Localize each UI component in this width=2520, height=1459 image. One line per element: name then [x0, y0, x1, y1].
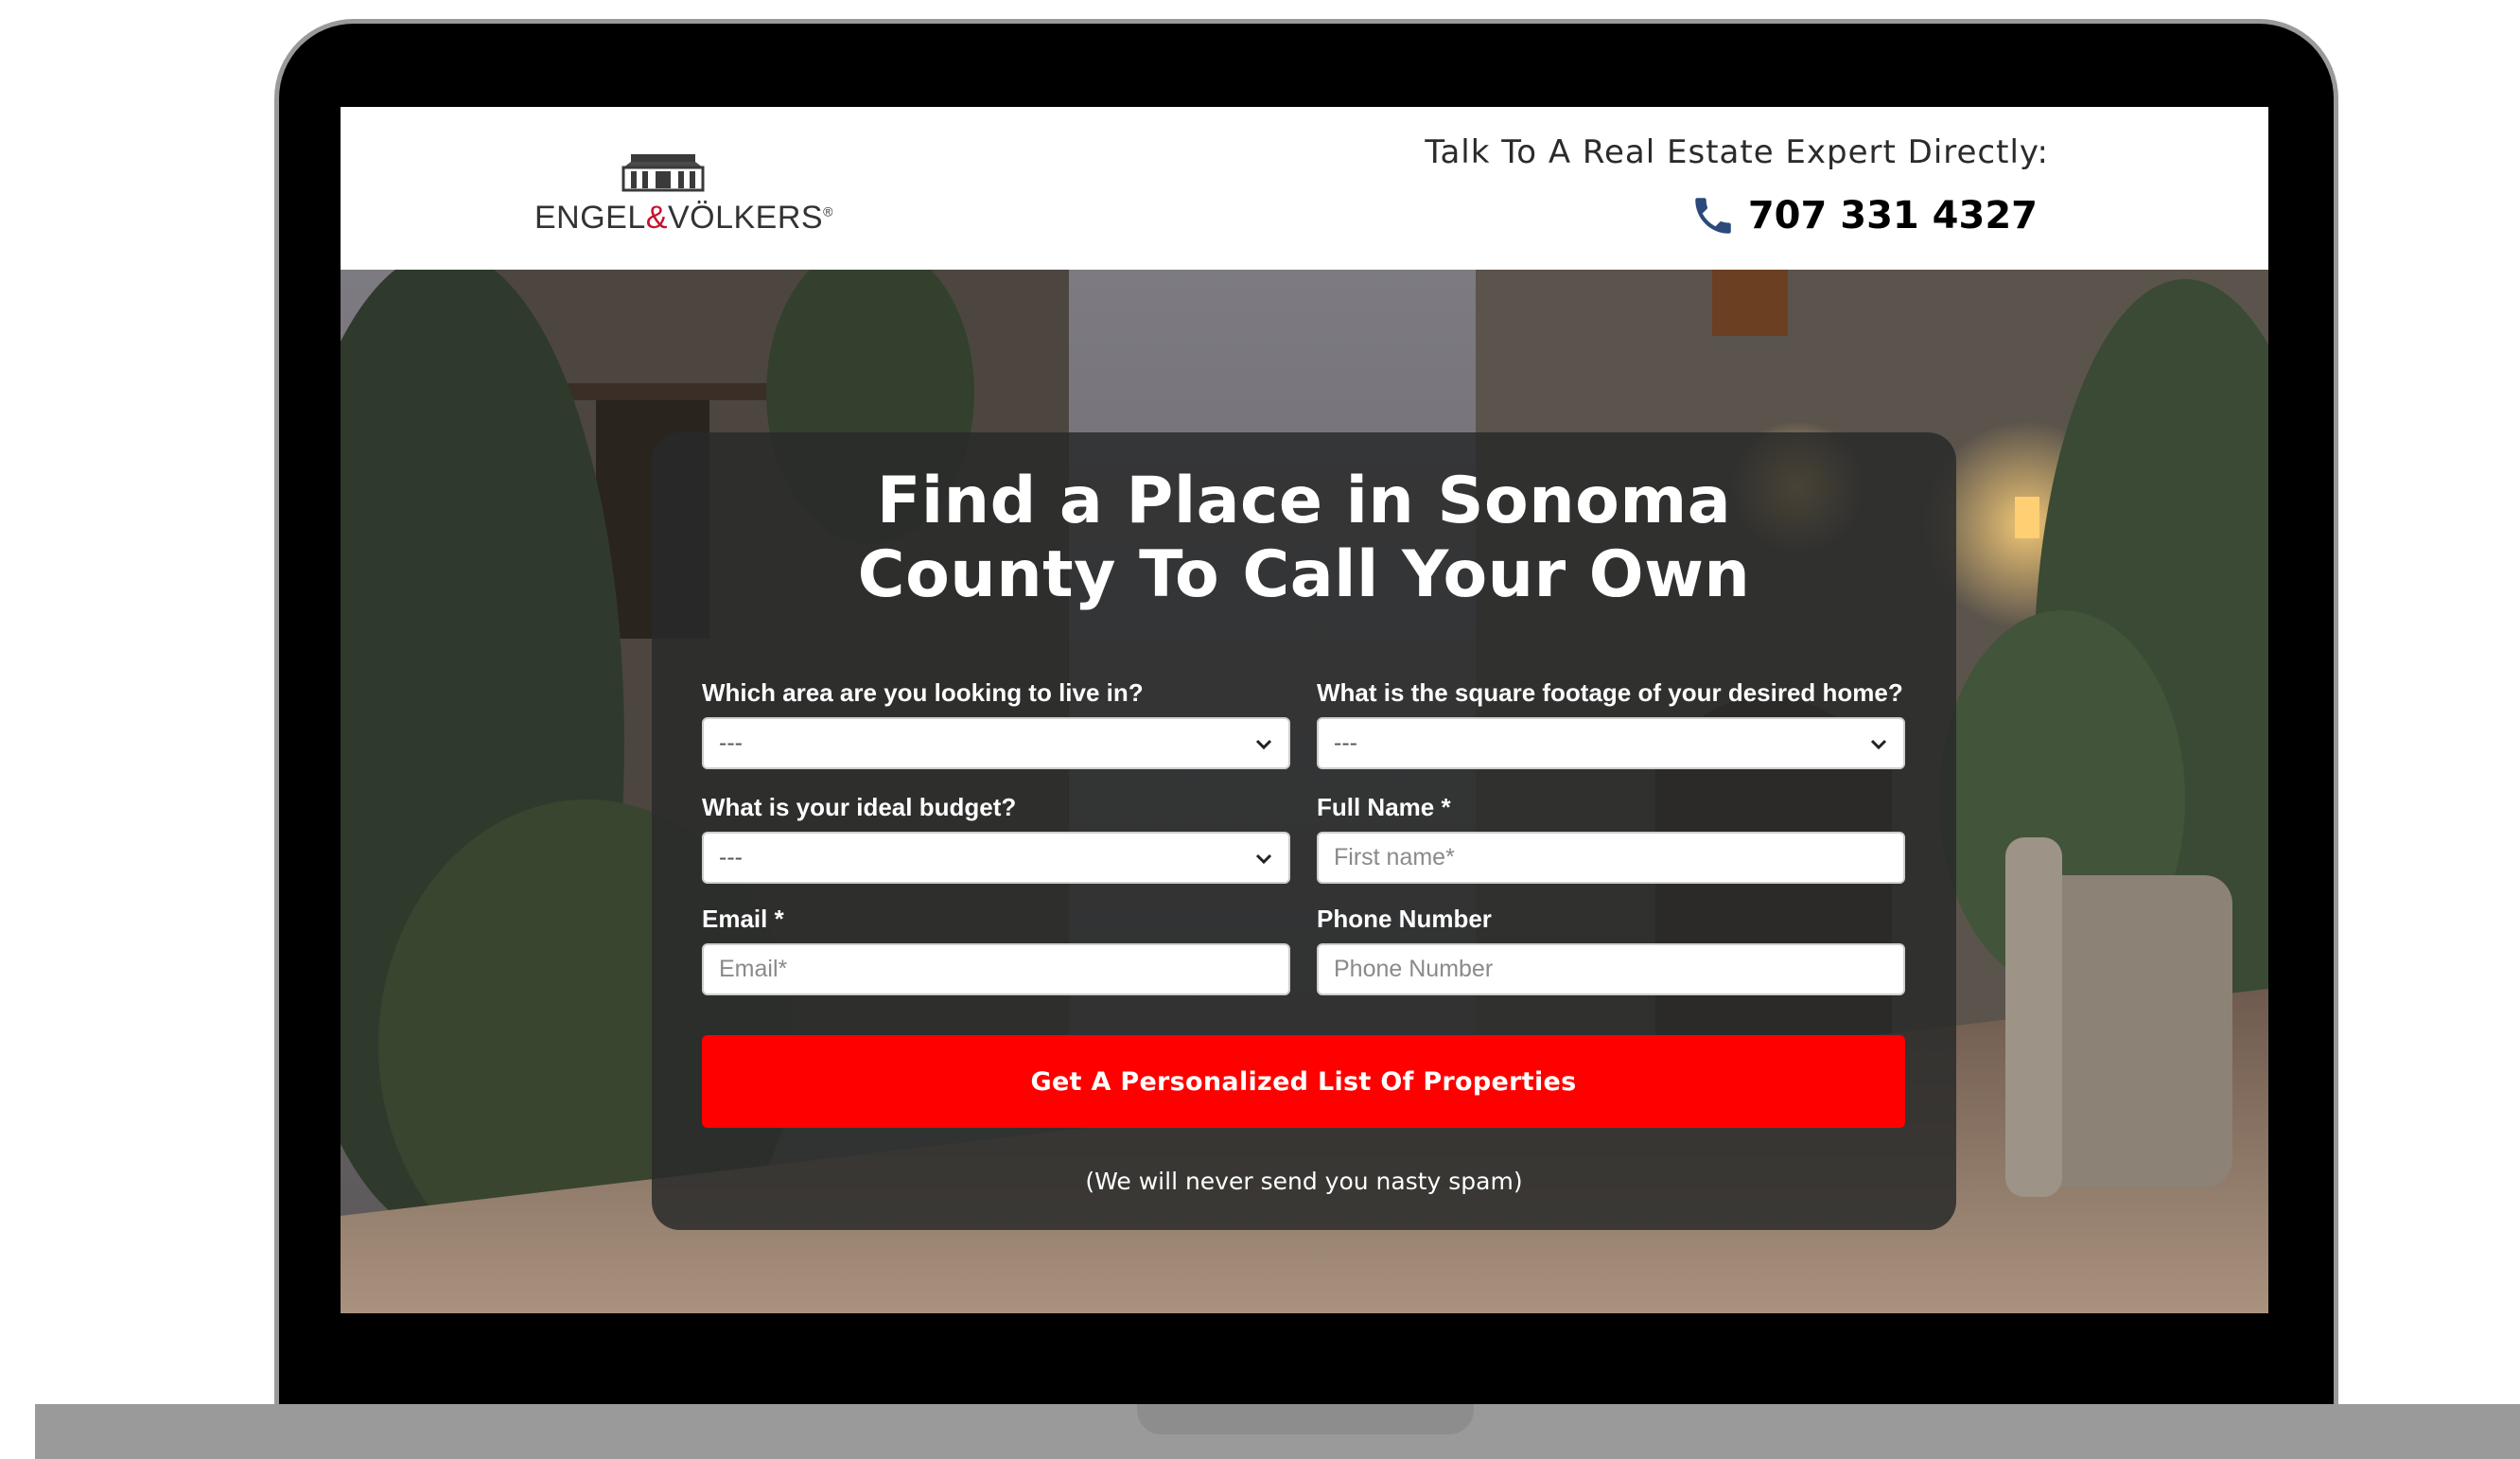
logo-ampersand: &	[645, 200, 668, 236]
lead-form-card: Find a Place in Sonoma County To Call Yo…	[652, 432, 1956, 1230]
sqft-select-value: ---	[1334, 730, 1357, 756]
budget-select-value: ---	[719, 844, 743, 870]
area-label: Which area are you looking to live in?	[702, 678, 1144, 707]
email-input[interactable]	[702, 943, 1290, 995]
full-name-label: Full Name *	[1317, 793, 1451, 821]
header-contact: Talk To A Real Estate Expert Directly: 7…	[1387, 133, 2049, 239]
budget-field: What is your ideal budget? ---	[702, 793, 1290, 884]
area-field: Which area are you looking to live in? -…	[702, 678, 1290, 769]
budget-label: What is your ideal budget?	[702, 793, 1017, 821]
logo-wordmark: ENGEL&VÖLKERS®	[534, 200, 832, 237]
header-phone[interactable]: 707 331 4327	[1387, 192, 2049, 239]
chevron-down-icon	[1255, 853, 1272, 865]
sqft-label: What is the square footage of your desir…	[1317, 678, 1903, 707]
form-title-text: Find a Place in Sonoma County To Call Yo…	[857, 464, 1751, 612]
logo-text-right: VÖLKERS	[667, 200, 824, 236]
site-header: ENGEL&VÖLKERS® Talk To A Real Estate Exp…	[341, 107, 2268, 270]
area-select[interactable]: ---	[702, 717, 1290, 769]
chevron-down-icon	[1255, 739, 1272, 750]
phone-number: 707 331 4327	[1747, 194, 2038, 237]
sqft-field: What is the square footage of your desir…	[1317, 678, 1905, 769]
laptop-notch	[1137, 1404, 1474, 1434]
engel-volkers-logo[interactable]: ENGEL&VÖLKERS®	[534, 154, 832, 249]
chevron-down-icon	[1870, 739, 1887, 750]
phone-input[interactable]	[1317, 943, 1905, 995]
logo-text-left: ENGEL	[534, 200, 646, 236]
form-title: Find a Place in Sonoma County To Call Yo…	[652, 465, 1956, 612]
submit-button[interactable]: Get A Personalized List Of Properties	[702, 1035, 1905, 1128]
area-select-value: ---	[719, 730, 743, 756]
header-tagline: Talk To A Real Estate Expert Directly:	[1425, 133, 2049, 171]
phone-field: Phone Number	[1317, 905, 1905, 995]
hero-section: Find a Place in Sonoma County To Call Yo…	[341, 270, 2268, 1313]
phone-label: Phone Number	[1317, 905, 1492, 933]
house-logo-icon	[621, 154, 705, 192]
email-field: Email *	[702, 905, 1290, 995]
logo-registered-mark: ®	[823, 203, 833, 220]
full-name-field: Full Name *	[1317, 793, 1905, 884]
budget-select[interactable]: ---	[702, 832, 1290, 884]
sqft-select[interactable]: ---	[1317, 717, 1905, 769]
first-name-input[interactable]	[1317, 832, 1905, 884]
phone-icon	[1695, 198, 1731, 234]
screen: ENGEL&VÖLKERS® Talk To A Real Estate Exp…	[341, 107, 2268, 1313]
spam-note: (We will never send you nasty spam)	[1085, 1168, 1523, 1195]
email-label: Email *	[702, 905, 784, 933]
